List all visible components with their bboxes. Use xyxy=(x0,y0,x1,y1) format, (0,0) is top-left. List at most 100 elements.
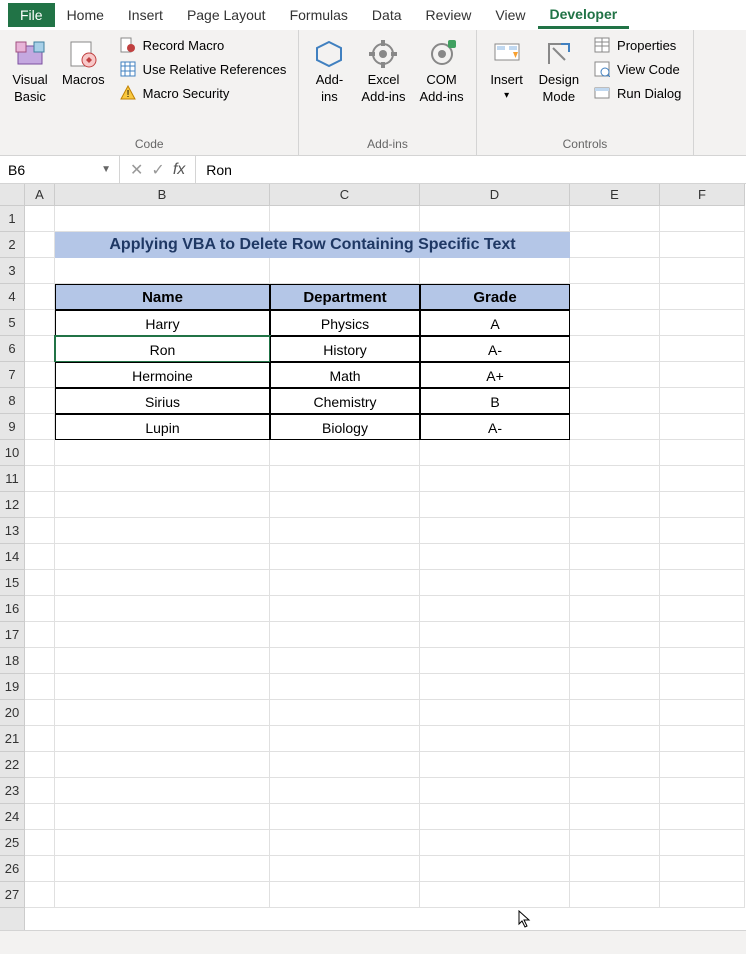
cell[interactable] xyxy=(660,232,745,258)
cell[interactable] xyxy=(55,544,270,570)
cell[interactable] xyxy=(25,570,55,596)
cell[interactable] xyxy=(25,700,55,726)
cell[interactable] xyxy=(660,258,745,284)
tab-developer[interactable]: Developer xyxy=(538,2,630,29)
cell[interactable] xyxy=(660,544,745,570)
row-header[interactable]: 10 xyxy=(0,440,24,466)
cell[interactable] xyxy=(270,466,420,492)
col-header-f[interactable]: F xyxy=(660,184,745,206)
table-cell[interactable]: A xyxy=(420,310,570,336)
cell[interactable] xyxy=(570,284,660,310)
table-cell[interactable]: A- xyxy=(420,336,570,362)
row-header[interactable]: 19 xyxy=(0,674,24,700)
tab-formulas[interactable]: Formulas xyxy=(278,3,360,27)
chevron-down-icon[interactable]: ▼ xyxy=(101,164,111,175)
cell[interactable] xyxy=(570,310,660,336)
row-header[interactable]: 5 xyxy=(0,310,24,336)
cell[interactable] xyxy=(420,466,570,492)
tab-home[interactable]: Home xyxy=(55,3,116,27)
cell[interactable] xyxy=(55,830,270,856)
col-header-b[interactable]: B xyxy=(55,184,270,206)
cell[interactable] xyxy=(420,518,570,544)
cell[interactable] xyxy=(55,882,270,908)
macros-button[interactable]: Macros xyxy=(58,34,109,91)
tab-review[interactable]: Review xyxy=(414,3,484,27)
macro-security-button[interactable]: ! Macro Security xyxy=(115,82,291,104)
row-header[interactable]: 9 xyxy=(0,414,24,440)
cell[interactable] xyxy=(270,544,420,570)
cell[interactable] xyxy=(570,544,660,570)
table-header[interactable]: Name xyxy=(55,284,270,310)
cell[interactable] xyxy=(25,622,55,648)
cell[interactable] xyxy=(570,440,660,466)
row-header[interactable]: 11 xyxy=(0,466,24,492)
cell[interactable] xyxy=(270,778,420,804)
cell[interactable] xyxy=(660,570,745,596)
row-header[interactable]: 26 xyxy=(0,856,24,882)
cell[interactable] xyxy=(420,570,570,596)
col-header-e[interactable]: E xyxy=(570,184,660,206)
cell[interactable] xyxy=(570,882,660,908)
row-header[interactable]: 24 xyxy=(0,804,24,830)
row-header[interactable]: 18 xyxy=(0,648,24,674)
cell[interactable] xyxy=(660,752,745,778)
cell[interactable] xyxy=(55,726,270,752)
enter-formula-icon[interactable]: ✓ xyxy=(151,160,164,180)
cell[interactable] xyxy=(660,830,745,856)
cell[interactable] xyxy=(55,622,270,648)
tab-data[interactable]: Data xyxy=(360,3,414,27)
cell[interactable] xyxy=(25,388,55,414)
cell[interactable] xyxy=(420,882,570,908)
tab-page-layout[interactable]: Page Layout xyxy=(175,3,278,27)
cell[interactable] xyxy=(55,700,270,726)
row-header[interactable]: 7 xyxy=(0,362,24,388)
cell[interactable] xyxy=(570,700,660,726)
cell[interactable] xyxy=(570,622,660,648)
cell[interactable] xyxy=(420,206,570,232)
cell[interactable] xyxy=(25,284,55,310)
cell[interactable] xyxy=(420,856,570,882)
cell[interactable] xyxy=(420,440,570,466)
table-cell[interactable]: Sirius xyxy=(55,388,270,414)
table-cell[interactable]: Hermoine xyxy=(55,362,270,388)
row-header[interactable]: 20 xyxy=(0,700,24,726)
cell[interactable] xyxy=(25,752,55,778)
cell[interactable] xyxy=(570,336,660,362)
cell[interactable] xyxy=(55,648,270,674)
cell[interactable] xyxy=(420,648,570,674)
row-header[interactable]: 3 xyxy=(0,258,24,284)
cell[interactable] xyxy=(25,414,55,440)
cell[interactable] xyxy=(570,414,660,440)
sheet-tabs-bar[interactable] xyxy=(0,930,746,954)
cell[interactable] xyxy=(570,596,660,622)
use-relative-references-button[interactable]: Use Relative References xyxy=(115,58,291,80)
cell[interactable] xyxy=(25,544,55,570)
cell[interactable] xyxy=(25,518,55,544)
row-header[interactable]: 15 xyxy=(0,570,24,596)
table-cell[interactable]: Biology xyxy=(270,414,420,440)
table-header[interactable]: Grade xyxy=(420,284,570,310)
cell[interactable] xyxy=(270,570,420,596)
cell[interactable] xyxy=(55,440,270,466)
cell[interactable] xyxy=(420,258,570,284)
table-cell[interactable]: History xyxy=(270,336,420,362)
cell[interactable] xyxy=(660,362,745,388)
cell[interactable] xyxy=(270,622,420,648)
cells[interactable]: NameDepartmentGradeHarryPhysicsARonHisto… xyxy=(25,206,745,930)
cell[interactable] xyxy=(25,726,55,752)
cell[interactable] xyxy=(25,492,55,518)
cell[interactable] xyxy=(55,518,270,544)
cell[interactable] xyxy=(25,804,55,830)
cell[interactable] xyxy=(570,206,660,232)
cell[interactable] xyxy=(270,440,420,466)
cell[interactable] xyxy=(420,544,570,570)
cell[interactable] xyxy=(420,778,570,804)
cell[interactable] xyxy=(570,518,660,544)
cell[interactable] xyxy=(570,232,660,258)
cell[interactable] xyxy=(55,492,270,518)
row-header[interactable]: 27 xyxy=(0,882,24,908)
cell[interactable] xyxy=(25,440,55,466)
cell[interactable] xyxy=(25,830,55,856)
row-header[interactable]: 17 xyxy=(0,622,24,648)
cell[interactable] xyxy=(420,622,570,648)
